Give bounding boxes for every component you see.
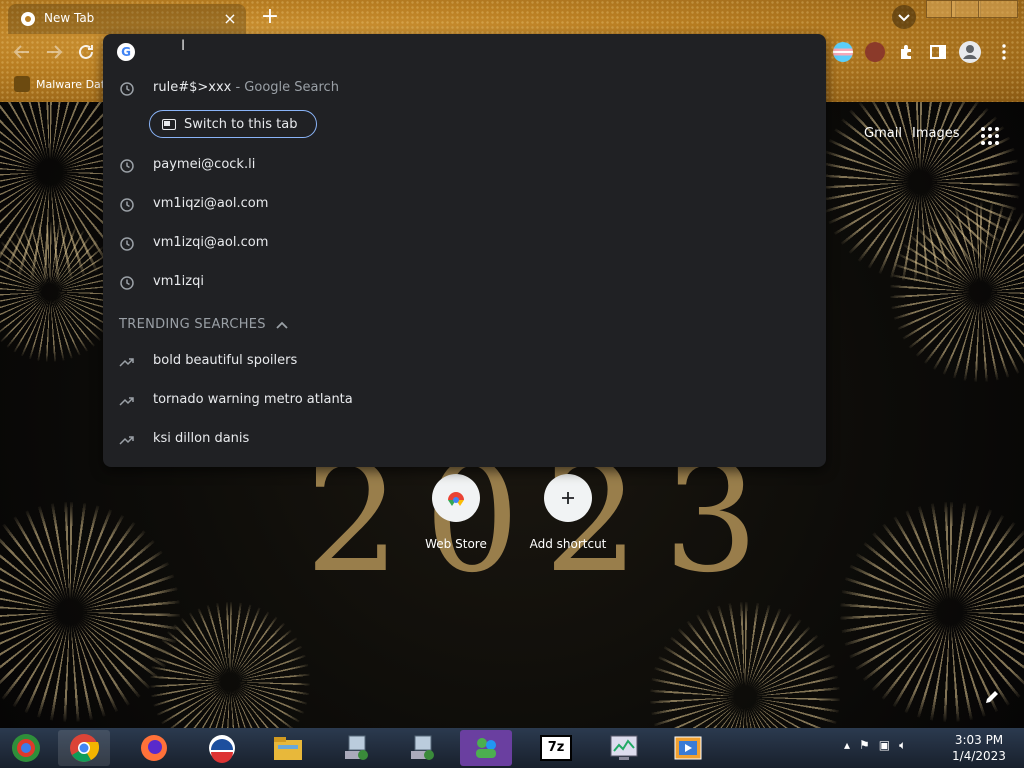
action-center-flag-icon[interactable]: ⚑ — [859, 738, 870, 753]
suggestion-text: bold beautiful spoilers — [153, 353, 298, 368]
tab-title: New Tab — [44, 11, 95, 25]
taskbar-firefox[interactable] — [128, 730, 180, 766]
clock-date: 1/4/2023 — [952, 749, 1006, 763]
taskbar-app[interactable] — [196, 730, 248, 766]
trending-suggestion[interactable]: ksi dillon danis — [103, 421, 826, 460]
system-tray: ▴ ⚑ ▣ 🔈︎ — [844, 738, 906, 753]
trending-header[interactable]: TRENDING SEARCHES — [119, 317, 288, 332]
tab-search-button[interactable] — [892, 5, 916, 29]
trending-suggestion[interactable]: tornado warning metro atlanta — [103, 382, 826, 421]
trending-icon — [119, 358, 134, 367]
omnibox-suggestion[interactable]: rule#$>xxx - Google Search — [103, 70, 826, 109]
apps-grid-icon[interactable] — [981, 127, 999, 145]
tab-switch-icon — [162, 118, 176, 130]
network-icon[interactable]: ▣ — [879, 738, 890, 753]
taskbar-media-player[interactable] — [662, 730, 714, 766]
history-suggestion[interactable]: vm1iqzi@aol.com — [103, 186, 826, 225]
chrome-icon — [70, 734, 99, 762]
shortcut-label: Web Store — [425, 537, 487, 551]
suggestion-text: vm1izqi — [153, 274, 204, 289]
extension-avatar-icon[interactable] — [865, 42, 885, 62]
msn-messenger-icon — [476, 738, 496, 758]
back-button[interactable] — [10, 40, 34, 64]
menu-dots-icon[interactable] — [994, 42, 1014, 62]
trending-header-label: TRENDING SEARCHES — [119, 317, 266, 332]
suggestion-text: ksi dillon danis — [153, 431, 250, 446]
google-g-icon: G — [117, 43, 135, 61]
history-icon — [120, 276, 134, 290]
trending-suggestion[interactable]: bold beautiful spoilers — [103, 343, 826, 382]
chrome-favicon-icon — [21, 12, 35, 26]
history-icon — [120, 82, 134, 96]
trending-icon — [119, 436, 134, 445]
close-tab-icon[interactable]: × — [220, 9, 240, 29]
trending-icon — [119, 397, 134, 406]
profile-icon[interactable] — [958, 40, 982, 64]
taskbar-7zip[interactable]: 7z — [530, 730, 582, 766]
reload-button[interactable] — [74, 40, 98, 64]
shortcut-web-store[interactable]: Web Store — [408, 474, 504, 551]
taskbar-file-explorer[interactable] — [262, 730, 314, 766]
7zip-icon: 7z — [540, 735, 572, 761]
history-icon — [120, 237, 134, 251]
taskbar-task-manager[interactable] — [598, 730, 650, 766]
show-hidden-icons-icon[interactable]: ▴ — [844, 738, 850, 753]
switch-label: Switch to this tab — [184, 116, 298, 132]
web-store-icon — [432, 474, 480, 522]
extension-flag-icon[interactable] — [833, 42, 853, 62]
gmail-link[interactable]: Gmail — [864, 126, 902, 141]
system-clock[interactable]: 3:03 PM 1/4/2023 — [946, 732, 1012, 764]
restore-button[interactable] — [951, 0, 981, 18]
taskbar-messenger[interactable] — [460, 730, 512, 766]
new-tab-button[interactable]: + — [258, 6, 282, 30]
history-suggestion[interactable]: vm1izqi@aol.com — [103, 225, 826, 264]
side-panel-icon[interactable] — [928, 42, 948, 62]
file-explorer-icon — [274, 737, 302, 760]
suggestion-text: vm1iqzi@aol.com — [153, 196, 269, 211]
shortcut-add[interactable]: Add shortcut — [520, 474, 616, 551]
chevron-down-icon — [898, 14, 910, 22]
firefox-icon — [141, 735, 167, 761]
switch-to-tab-button[interactable]: Switch to this tab — [149, 110, 317, 138]
bookmark-label: Malware Dat — [36, 77, 106, 91]
network-drive-icon — [345, 735, 368, 760]
chevron-up-icon — [276, 321, 288, 329]
close-window-button[interactable] — [978, 0, 1018, 18]
start-button[interactable] — [8, 732, 44, 764]
suggestion-text: vm1izqi@aol.com — [153, 235, 269, 250]
clock-time: 3:03 PM — [954, 733, 1004, 747]
customize-pencil-icon[interactable] — [983, 688, 1001, 706]
task-manager-icon — [610, 735, 638, 760]
taskbar-network-drive[interactable] — [330, 730, 382, 766]
address-bar[interactable]: G I — [103, 34, 826, 70]
media-player-icon — [674, 736, 702, 760]
network-drive-icon — [411, 735, 434, 760]
taskbar-network-drive[interactable] — [396, 730, 448, 766]
obama-logo-icon — [209, 735, 235, 763]
history-icon — [120, 198, 134, 212]
history-suggestion[interactable]: vm1izqi — [103, 264, 826, 303]
suggestion-text: tornado warning metro atlanta — [153, 392, 353, 407]
text-cursor-icon: I — [181, 38, 186, 54]
suggestion-suffix: - Google Search — [231, 80, 339, 95]
taskbar-chrome[interactable] — [58, 730, 110, 766]
volume-icon[interactable]: 🔈︎ — [899, 738, 906, 753]
history-suggestion[interactable]: paymei@cock.li — [103, 147, 826, 186]
history-icon — [120, 159, 134, 173]
windows-taskbar: 7z ▴ ⚑ ▣ 🔈︎ 3:03 PM 1/4/2023 — [0, 728, 1024, 768]
firework-decoration — [650, 602, 840, 728]
bookmark-item[interactable]: Malware Dat — [14, 74, 105, 94]
extensions-puzzle-icon[interactable] — [897, 42, 917, 62]
suggestion-text: paymei@cock.li — [153, 157, 256, 172]
images-link[interactable]: Images — [912, 126, 960, 141]
suggestion-text: rule#$>xxx - Google Search — [153, 80, 339, 95]
shortcut-label: Add shortcut — [529, 537, 607, 551]
bookmark-favicon-icon — [14, 76, 30, 92]
forward-button[interactable] — [42, 40, 66, 64]
tab-new-tab[interactable]: New Tab × — [8, 4, 246, 34]
plus-icon — [544, 474, 592, 522]
omnibox-dropdown: G I rule#$>xxx - Google Search Switch to… — [103, 34, 826, 467]
